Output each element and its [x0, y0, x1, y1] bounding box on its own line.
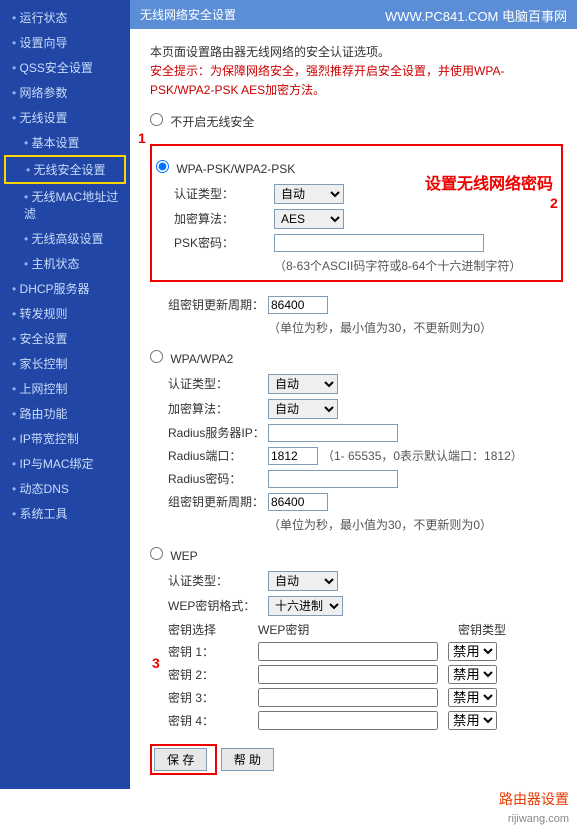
wpa-enc-label: 加密算法：	[168, 400, 268, 417]
wep-key-input-2[interactable]	[258, 665, 438, 684]
sidebar-item[interactable]: IP与MAC绑定	[0, 451, 130, 476]
wpapsk-auth-select[interactable]: 自动	[274, 184, 344, 204]
wep-fmt-label: WEP密钥格式：	[168, 597, 268, 614]
wep-table-head: 密钥选择 WEP密钥 密钥类型	[168, 621, 563, 638]
wep-key-label: 密钥 1：	[168, 643, 258, 660]
annotation-2: 2	[550, 195, 558, 211]
wep-key-label: 密钥 4：	[168, 712, 258, 729]
radio-wpa[interactable]: WPA/WPA2	[150, 352, 233, 366]
sidebar-item[interactable]: 网络参数	[0, 80, 130, 105]
help-button[interactable]: 帮 助	[221, 748, 274, 771]
sidebar-item[interactable]: QSS安全设置	[0, 55, 130, 80]
wpa-enc-select[interactable]: 自动	[268, 399, 338, 419]
radius-port-hint: （1- 65535，0表示默认端口：1812）	[322, 447, 523, 464]
sidebar-item[interactable]: 设置向导	[0, 30, 130, 55]
sidebar-item[interactable]: 上网控制	[0, 376, 130, 401]
tip-line1: 本页面设置路由器无线网络的安全认证选项。	[150, 43, 563, 62]
radio-wep[interactable]: WEP	[150, 549, 198, 563]
wpa-auth-label: 认证类型：	[168, 375, 268, 392]
header-url: WWW.PC841.COM 电脑百事网	[385, 6, 567, 25]
wep-key-label: 密钥 3：	[168, 689, 258, 706]
wep-key-type-select-1[interactable]: 禁用	[448, 642, 497, 661]
wep-key-type-select-3[interactable]: 禁用	[448, 688, 497, 707]
wpa-psk-section: 设置无线网络密码 WPA-PSK/WPA2-PSK 认证类型： 自动 加密算法：…	[150, 144, 563, 282]
save-button[interactable]: 保 存	[154, 748, 207, 771]
radius-port-input[interactable]	[268, 447, 318, 465]
wep-key-type-select-2[interactable]: 禁用	[448, 665, 497, 684]
tip-warn-a: 安全提示：为保障网络安全，强烈推荐开启安全设置，并使用WPA-	[150, 64, 504, 78]
wpapsk-enc-select[interactable]: AES	[274, 209, 344, 229]
sidebar-item[interactable]: 运行状态	[0, 5, 130, 30]
wep-key-label: 密钥 2：	[168, 666, 258, 683]
wep-key-input-4[interactable]	[258, 711, 438, 730]
sidebar-item[interactable]: 转发规则	[0, 301, 130, 326]
sidebar-item[interactable]: 无线安全设置	[4, 155, 126, 184]
radius-ip-input[interactable]	[268, 424, 398, 442]
enc-algo-label: 加密算法：	[174, 210, 274, 227]
radius-port-label: Radius端口：	[168, 447, 268, 464]
wep-key-row: 密钥 4： 禁用	[168, 711, 563, 730]
sidebar-item[interactable]: 无线高级设置	[0, 226, 130, 251]
psk-label: PSK密码：	[174, 234, 274, 251]
sidebar-item[interactable]: 路由功能	[0, 401, 130, 426]
sidebar: 运行状态设置向导QSS安全设置网络参数无线设置基本设置无线安全设置无线MAC地址…	[0, 0, 130, 789]
page-title: 无线网络安全设置	[140, 8, 236, 22]
annotation-3: 3	[152, 655, 160, 671]
rekey-label: 组密钥更新周期：	[168, 296, 268, 313]
radio-disable-security[interactable]: 不开启无线安全	[150, 115, 254, 129]
psk-password-input[interactable]	[274, 234, 484, 252]
wep-auth-select[interactable]: 自动	[268, 571, 338, 591]
radius-pw-label: Radius密码：	[168, 470, 268, 487]
radius-pw-input[interactable]	[268, 470, 398, 488]
wep-key-row: 密钥 3： 禁用	[168, 688, 563, 707]
sidebar-item[interactable]: 安全设置	[0, 326, 130, 351]
sidebar-item[interactable]: 无线设置	[0, 105, 130, 130]
sidebar-item[interactable]: 动态DNS	[0, 476, 130, 501]
annotation-text: 设置无线网络密码	[425, 170, 553, 194]
rekey-hint: （单位为秒，最小值为30，不更新则为0）	[268, 319, 563, 336]
radius-ip-label: Radius服务器IP：	[168, 424, 268, 441]
wep-fmt-select[interactable]: 十六进制	[268, 596, 343, 616]
sidebar-item[interactable]: 主机状态	[0, 251, 130, 276]
psk-hint: （8-63个ASCII码字符或8-64个十六进制字符）	[274, 257, 557, 274]
auth-type-label: 认证类型：	[174, 185, 274, 202]
annotation-1: 1	[138, 130, 146, 146]
wpa-auth-select[interactable]: 自动	[268, 374, 338, 394]
sidebar-item[interactable]: IP带宽控制	[0, 426, 130, 451]
sidebar-item[interactable]: 基本设置	[0, 130, 130, 155]
wep-key-input-1[interactable]	[258, 642, 438, 661]
sidebar-item[interactable]: 家长控制	[0, 351, 130, 376]
tip-block: 本页面设置路由器无线网络的安全认证选项。 安全提示：为保障网络安全，强烈推荐开启…	[150, 43, 563, 101]
wep-key-row: 密钥 1： 禁用	[168, 642, 563, 661]
wep-key-input-3[interactable]	[258, 688, 438, 707]
sidebar-item[interactable]: DHCP服务器	[0, 276, 130, 301]
rekey-input-2[interactable]	[268, 493, 328, 511]
panel-header: 无线网络安全设置 WWW.PC841.COM 电脑百事网	[130, 0, 577, 29]
rekey-input[interactable]	[268, 296, 328, 314]
tip-warn-b: PSK/WPA2-PSK AES加密方法。	[150, 83, 325, 97]
rekey-hint-2: （单位为秒，最小值为30，不更新则为0）	[268, 516, 563, 533]
sidebar-item[interactable]: 系统工具	[0, 501, 130, 526]
main-panel: 无线网络安全设置 WWW.PC841.COM 电脑百事网 本页面设置路由器无线网…	[130, 0, 577, 789]
rekey-label-2: 组密钥更新周期：	[168, 493, 268, 510]
wep-key-type-select-4[interactable]: 禁用	[448, 711, 497, 730]
radio-wpa-psk[interactable]: WPA-PSK/WPA2-PSK	[156, 162, 295, 176]
wep-auth-label: 认证类型：	[168, 572, 268, 589]
sidebar-item[interactable]: 无线MAC地址过滤	[0, 184, 130, 226]
watermark: 路由器设置 rijiwang.com	[0, 789, 577, 825]
wep-key-row: 密钥 2： 禁用	[168, 665, 563, 684]
